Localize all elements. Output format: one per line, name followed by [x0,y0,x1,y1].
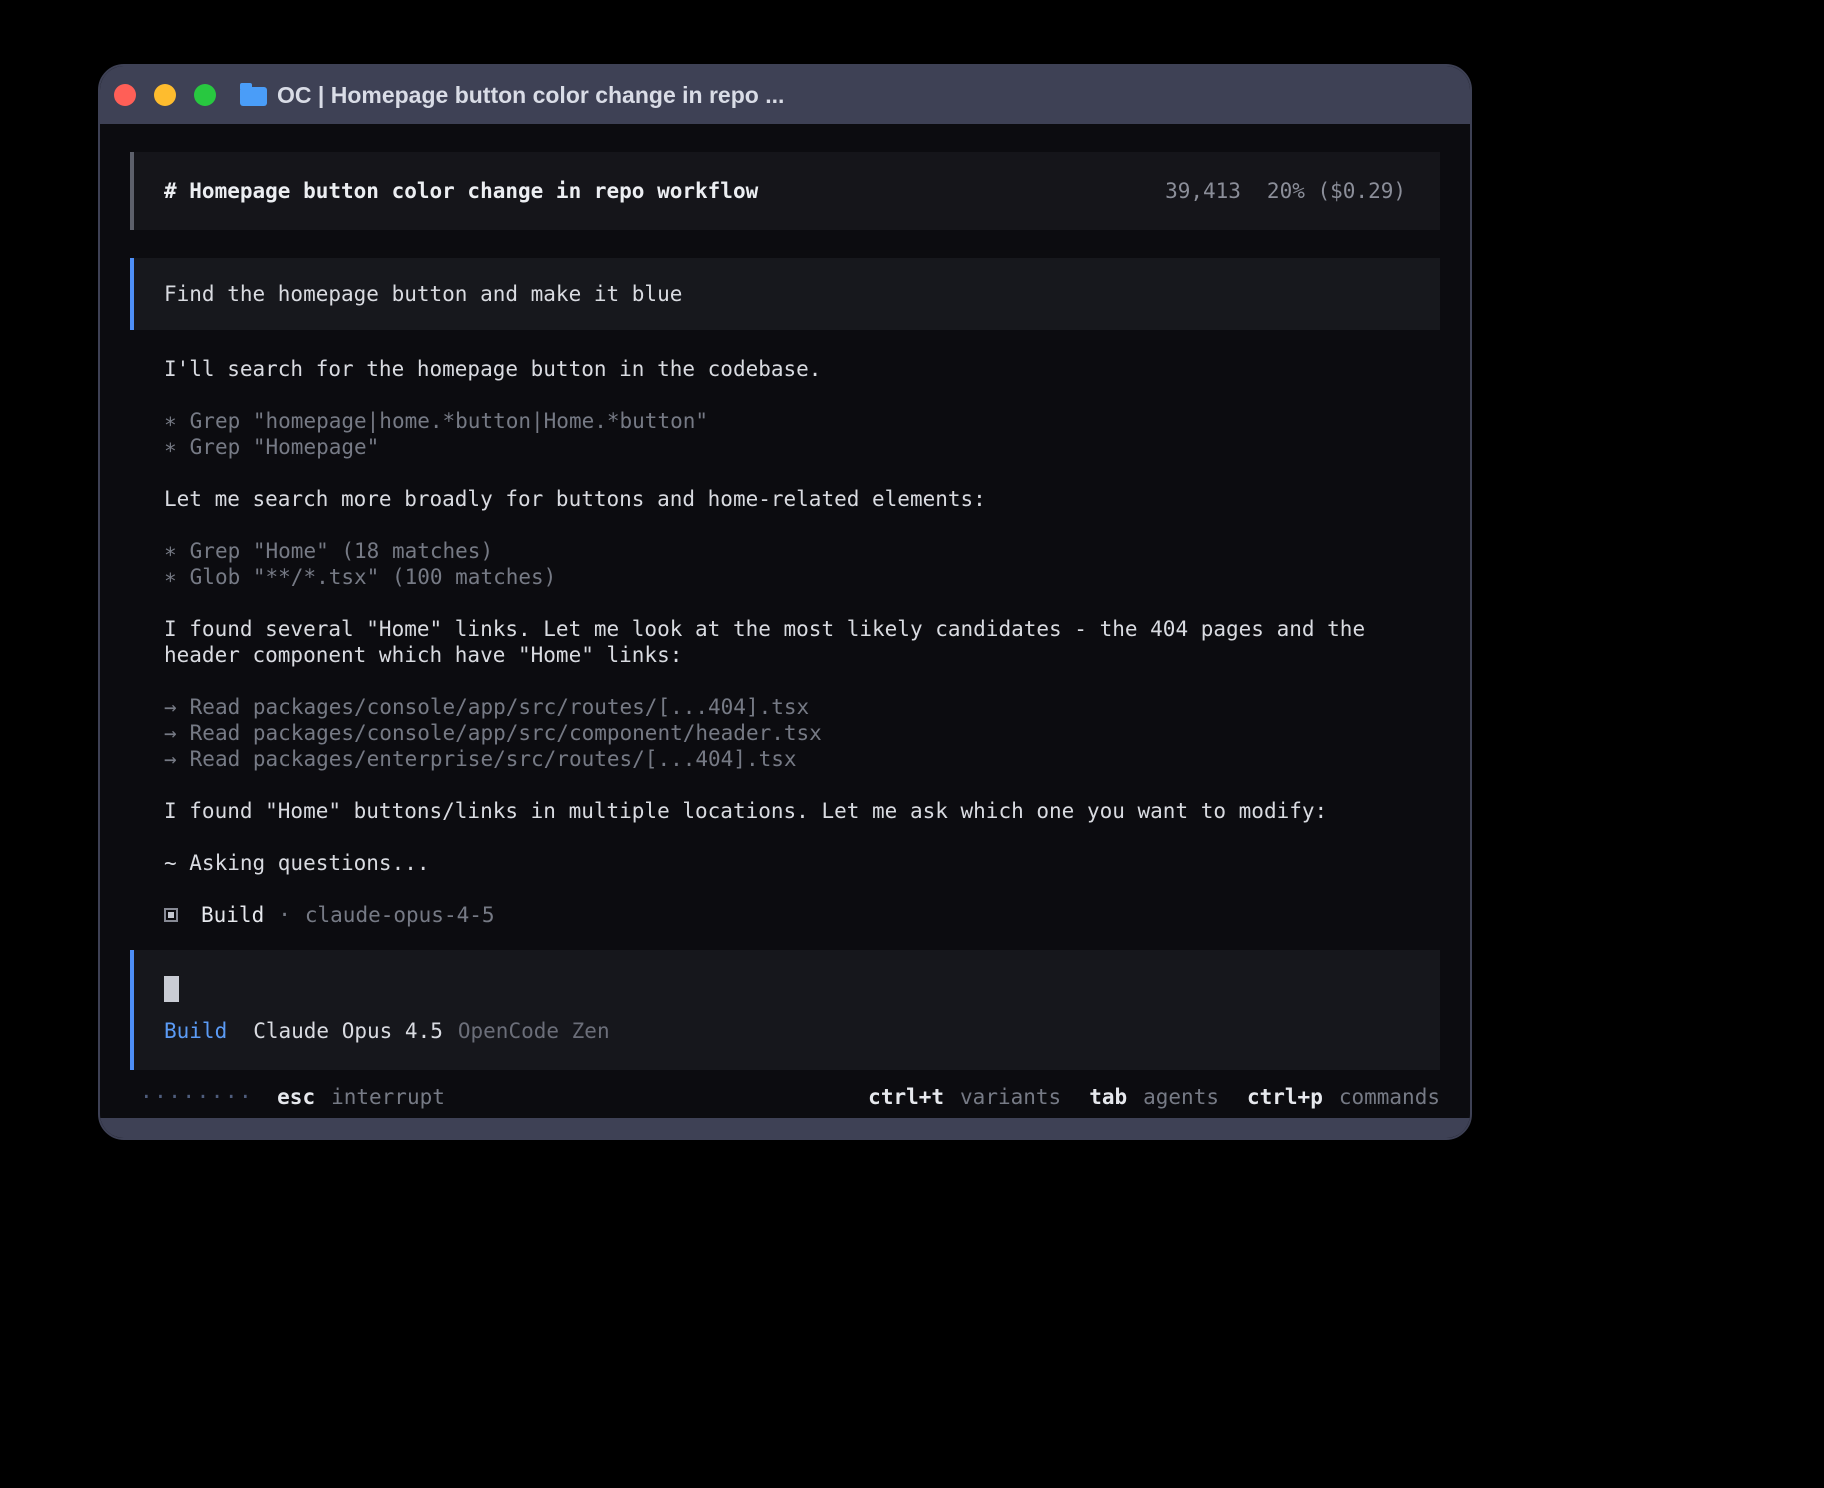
progress-dots: ········ [140,1084,253,1110]
close-window-button[interactable] [114,84,136,106]
tool-call-line: ∗ Glob "**/*.tsx" (100 matches) [164,564,1440,590]
hint-label: interrupt [331,1085,445,1109]
traffic-lights [114,84,216,106]
user-message: Find the homepage button and make it blu… [130,258,1440,330]
status-bar: ········ esc interrupt ctrl+t variants tab… [130,1082,1440,1112]
prompt-input[interactable]: Build Claude Opus 4.5 OpenCode Zen [130,950,1440,1070]
tool-call-line: → Read packages/console/app/src/routes/[.… [164,694,1440,720]
token-count: 39,413 [1165,178,1241,204]
tool-call-line: → Read packages/enterprise/src/routes/[..… [164,746,1440,772]
hint-key: esc [277,1085,315,1109]
status-bar-right: ctrl+t variants tab agents ctrl+p commands [868,1084,1440,1110]
tool-call-line: → Read packages/console/app/src/component… [164,720,1440,746]
asterisk-icon: ∗ [164,564,177,590]
tool-call-text: Glob "**/*.tsx" (100 matches) [190,565,557,589]
activity-status: ~ Asking questions... [164,850,1440,876]
tool-call-group: ∗ Grep "Home" (18 matches) ∗ Glob "**/*.ts… [164,538,1440,590]
arrow-icon: → [164,720,177,746]
asterisk-icon: ∗ [164,538,177,564]
folder-icon [240,87,267,106]
hint-key: ctrl+t [868,1085,944,1109]
terminal-content: # Homepage button color change in repo w… [100,124,1470,1118]
window-titlebar: OC | Homepage button color change in rep… [100,66,1470,124]
assistant-message: I found "Home" buttons/links in multiple… [164,798,1440,824]
input-meta: Build Claude Opus 4.5 OpenCode Zen [164,1018,1410,1044]
tool-call-text: Read packages/enterprise/src/routes/[...… [190,747,797,771]
agent-icon-dot [168,912,174,918]
tool-call-group: → Read packages/console/app/src/routes/[.… [164,694,1440,772]
assistant-message: Let me search more broadly for buttons a… [164,486,1440,512]
tool-call-line: ∗ Grep "homepage|home.*button|Home.*butto… [164,408,1440,434]
terminal-window: OC | Homepage button color change in rep… [98,64,1472,1140]
input-mode-label: Build [164,1018,227,1044]
input-model-label: Claude Opus 4.5 [253,1018,443,1044]
arrow-icon: → [164,694,177,720]
hint-label: variants [960,1085,1061,1109]
zoom-window-button[interactable] [194,84,216,106]
hint-label: commands [1339,1085,1440,1109]
hint-key: ctrl+p [1247,1085,1323,1109]
agent-badge: Build · claude-opus-4-5 [164,902,1440,928]
tool-call-text: Grep "homepage|home.*button|Home.*button… [190,409,708,433]
context-usage: 20% ($0.29) [1267,178,1406,204]
session-title: # Homepage button color change in repo w… [164,178,758,204]
text-cursor [164,976,179,1002]
agent-icon [164,908,178,922]
hint-agents: tab agents [1089,1084,1219,1110]
hint-interrupt: esc interrupt [277,1084,445,1110]
asterisk-icon: ∗ [164,408,177,434]
tool-call-text: Grep "Home" (18 matches) [190,539,493,563]
arrow-icon: → [164,746,177,772]
window-title: OC | Homepage button color change in rep… [277,82,784,109]
input-provider-label: OpenCode Zen [458,1018,610,1044]
assistant-message: I found several "Home" links. Let me loo… [164,616,1440,668]
user-message-text: Find the homepage button and make it blu… [164,281,682,307]
separator-dot: · [278,902,291,928]
assistant-message: I'll search for the homepage button in t… [164,356,1440,382]
session-header: # Homepage button color change in repo w… [130,152,1440,230]
tool-call-text: Grep "Homepage" [190,435,380,459]
session-stats: 39,413 20% ($0.29) [1165,178,1406,204]
assistant-transcript: I'll search for the homepage button in t… [130,356,1440,950]
tool-call-group: ∗ Grep "homepage|home.*button|Home.*butto… [164,408,1440,460]
asterisk-icon: ∗ [164,434,177,460]
minimize-window-button[interactable] [154,84,176,106]
agent-model: claude-opus-4-5 [305,902,495,928]
tool-call-text: Read packages/console/app/src/component/… [190,721,822,745]
tool-call-text: Read packages/console/app/src/routes/[..… [190,695,810,719]
tool-call-line: ∗ Grep "Home" (18 matches) [164,538,1440,564]
window-footer [100,1118,1470,1138]
hint-commands: ctrl+p commands [1247,1084,1440,1110]
desktop-background: OC | Homepage button color change in rep… [0,0,1824,1488]
hint-key: tab [1089,1085,1127,1109]
agent-name: Build [201,902,264,928]
tool-call-line: ∗ Grep "Homepage" [164,434,1440,460]
hint-label: agents [1143,1085,1219,1109]
hint-variants: ctrl+t variants [868,1084,1061,1110]
